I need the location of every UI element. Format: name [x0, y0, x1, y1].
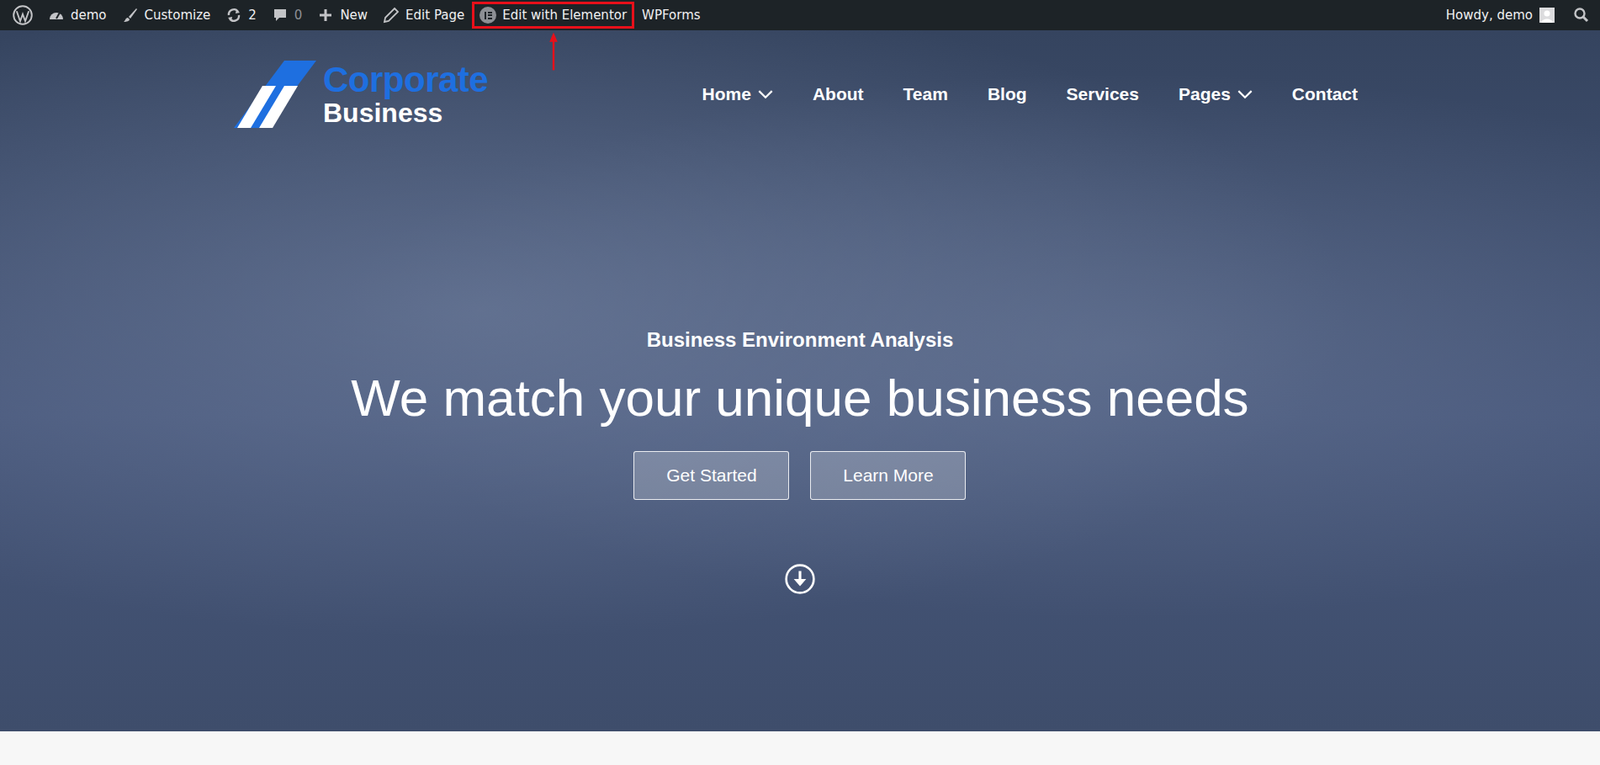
- comment-icon: [271, 6, 289, 24]
- hero-content: Business Environment Analysis We match yo…: [350, 328, 1249, 595]
- nav-item[interactable]: Blog: [987, 84, 1028, 105]
- logo-menu-item[interactable]: [5, 1, 41, 29]
- edit-menu-item[interactable]: Edit Page: [375, 1, 472, 29]
- hero-button[interactable]: Get Started: [633, 450, 790, 500]
- main-nav: Home About Team Blog Services Pages Contact: [702, 84, 1358, 105]
- page-bottom: [0, 731, 1600, 765]
- menu-label: Edit with Elementor: [502, 7, 627, 23]
- updates-menu-item[interactable]: 2: [217, 1, 265, 29]
- menu-label: New: [339, 7, 368, 23]
- scroll-down-icon[interactable]: [784, 562, 816, 595]
- chevron-down-icon: [757, 90, 774, 100]
- search-icon[interactable]: [1573, 6, 1590, 24]
- updates-icon: [225, 6, 243, 24]
- elementor-menu-item[interactable]: Edit with Elementor: [471, 1, 635, 29]
- menu-label: Customize: [144, 7, 212, 23]
- hero-title: We match your unique business needs: [350, 366, 1249, 430]
- comments-menu-item[interactable]: 0: [264, 1, 311, 29]
- plain-menu-item[interactable]: WPForms: [634, 1, 708, 29]
- greeting[interactable]: Howdy, demo: [1446, 7, 1533, 23]
- annotation-arrow-icon: [546, 29, 561, 74]
- hero-button[interactable]: Learn More: [810, 450, 966, 500]
- menu-label: WPForms: [641, 7, 700, 23]
- brush-icon: [121, 6, 139, 24]
- menu-label: Edit Page: [405, 7, 465, 23]
- page: demo Customize 2 0 New Edit Page Edit with Ele…: [0, 0, 1600, 765]
- hero-subtitle: Business Environment Analysis: [646, 328, 954, 352]
- logo-text-top: Corporate: [323, 62, 488, 98]
- new-menu-item[interactable]: New: [309, 1, 376, 29]
- avatar-icon[interactable]: [1539, 7, 1555, 23]
- hero-section: CorporateBusiness Home About Team Blog Servic…: [0, 30, 1600, 732]
- menu-label: 0: [294, 7, 303, 23]
- nav-item[interactable]: Team: [903, 84, 949, 105]
- menu-label: demo: [70, 7, 107, 23]
- pencil-icon: [382, 6, 400, 24]
- nav-item[interactable]: About: [812, 84, 864, 105]
- customize-menu-item[interactable]: Customize: [114, 1, 219, 29]
- admin-bar: demo Customize 2 0 New Edit Page Edit with Ele…: [0, 0, 1600, 31]
- site-header: CorporateBusiness Home About Team Blog Servic…: [232, 30, 1368, 128]
- site-logo[interactable]: CorporateBusiness: [232, 60, 488, 128]
- menu-label: 2: [248, 7, 257, 23]
- nav-item[interactable]: Home: [702, 84, 774, 105]
- nav-item[interactable]: Contact: [1292, 84, 1358, 105]
- wordpress-icon: [12, 5, 33, 26]
- dashboard-icon: [47, 6, 65, 24]
- elementor-icon: [479, 6, 497, 24]
- logo-text-bottom: Business: [323, 99, 488, 127]
- site-menu-item[interactable]: demo: [40, 1, 115, 29]
- nav-item[interactable]: Pages: [1178, 84, 1253, 105]
- nav-item[interactable]: Services: [1066, 84, 1140, 105]
- logo-stripes-icon: [232, 60, 317, 128]
- chevron-down-icon: [1237, 90, 1253, 100]
- plus-icon: [317, 6, 334, 24]
